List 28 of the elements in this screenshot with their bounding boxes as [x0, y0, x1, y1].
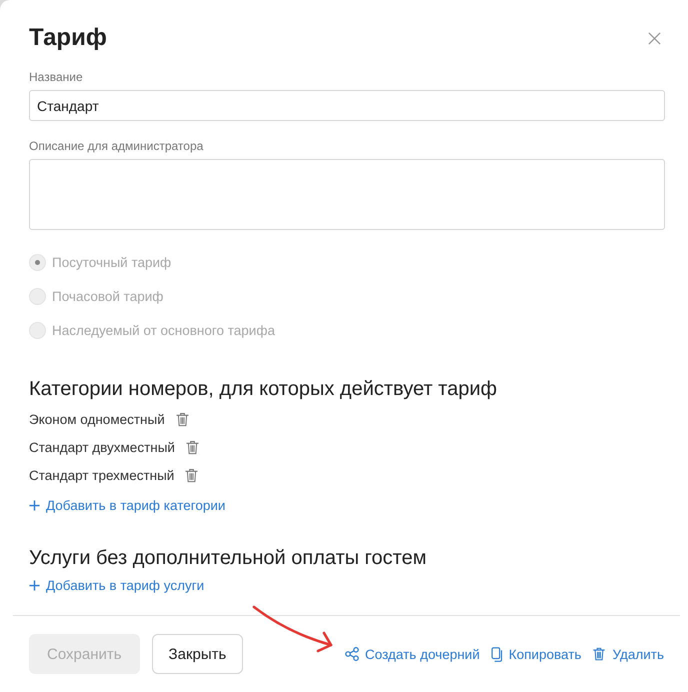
- name-input-field[interactable]: Стандарт: [29, 90, 665, 121]
- dialog-title: Тариф: [29, 23, 107, 53]
- close-icon[interactable]: [648, 32, 661, 44]
- category-item: Эконом одноместный: [29, 412, 165, 426]
- plus-icon: [29, 580, 40, 591]
- trash-icon[interactable]: [185, 468, 198, 482]
- delete-link[interactable]: Удалить: [592, 646, 664, 662]
- plus-icon: [29, 500, 40, 510]
- radio-label: Посуточный тариф: [52, 254, 172, 270]
- category-item: Стандарт двухместный: [29, 440, 175, 454]
- copy-icon: [490, 646, 503, 662]
- category-item: Стандарт трехместный: [29, 468, 174, 482]
- trash-icon[interactable]: [176, 412, 189, 426]
- trash-icon: [592, 647, 606, 661]
- radio-label: Почасовой тариф: [52, 288, 164, 304]
- add-link[interactable]: Добавить в тариф услуги: [29, 576, 204, 596]
- trash-icon[interactable]: [186, 440, 199, 454]
- section-title: Услуги без дополнительной оплаты гостем: [29, 546, 426, 570]
- close-button[interactable]: Закрыть: [152, 634, 244, 674]
- description-field[interactable]: [29, 159, 665, 230]
- field-label: Название: [29, 69, 83, 85]
- add-link[interactable]: Добавить в тариф категории: [29, 495, 226, 515]
- field-label: Описание для администратора: [29, 138, 204, 154]
- copy-link[interactable]: Копировать: [490, 646, 582, 662]
- radio-label: Наследуемый от основного тарифа: [52, 322, 275, 338]
- share-icon: [345, 647, 360, 661]
- section-title: Категории номеров, для которых действует тариф: [29, 377, 497, 402]
- create-child-link[interactable]: Создать дочерний: [345, 646, 480, 662]
